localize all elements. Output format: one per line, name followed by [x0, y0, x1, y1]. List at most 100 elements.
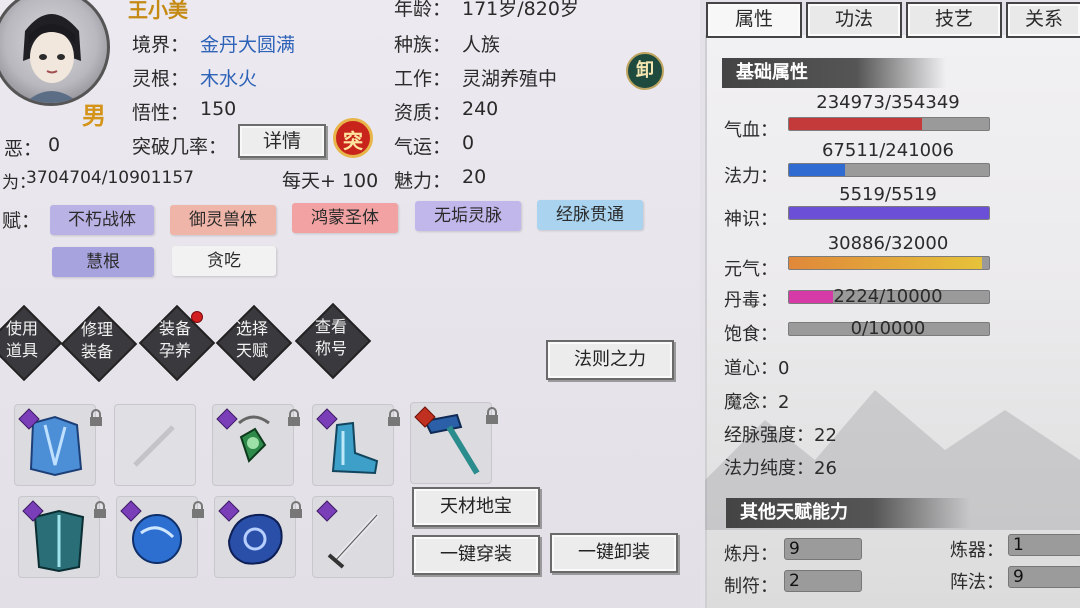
stat-label: 经脉强度：	[724, 425, 814, 446]
forging-label: 炼器：	[950, 540, 1004, 561]
vital-value: 30886/32000	[827, 233, 949, 254]
nurture-equipment-button[interactable]: 装备 孕养	[138, 304, 216, 382]
talent-label: 赋：	[2, 210, 41, 232]
sense-bar-fill	[789, 207, 989, 219]
pill-toxin-label: 丹毒：	[724, 290, 778, 311]
vital-label: 元气：	[724, 259, 778, 280]
basic-attributes-header: 基础属性	[722, 58, 946, 88]
breakthrough-seal-icon[interactable]: 突	[333, 118, 373, 158]
stat-label: 魔念：	[724, 392, 778, 413]
stat-value: 0	[778, 358, 790, 379]
formation-value: 9	[1008, 566, 1080, 588]
equipment-slot-boots[interactable]	[312, 404, 400, 486]
talisman-label: 制符：	[724, 576, 778, 597]
aptitude-value: 240	[462, 98, 499, 120]
unequip-all-button[interactable]: 一键卸装	[550, 533, 678, 573]
sense-label: 神识：	[724, 209, 778, 230]
realm-value: 金丹大圆满	[200, 34, 296, 56]
talent-tag[interactable]: 不朽战体	[50, 205, 154, 235]
stat-value: 22	[814, 425, 837, 446]
breakthrough-label: 突破几率：	[132, 136, 228, 158]
mana-bar	[788, 163, 990, 177]
equipment-slot-sword[interactable]	[312, 496, 394, 578]
forging-value: 1	[1008, 534, 1080, 556]
tab-skills[interactable]: 技艺	[906, 2, 1002, 38]
mana-value: 67511/241006	[821, 140, 955, 161]
mana-label: 法力：	[724, 166, 778, 187]
treasure-button[interactable]: 天材地宝	[412, 487, 540, 527]
sense-value: 5519/5519	[839, 184, 937, 205]
action-line1: 修理	[80, 320, 113, 339]
stat-label: 道心：	[724, 358, 778, 379]
equipment-slot-pendant[interactable]	[212, 404, 300, 486]
talent-tag[interactable]: 经脉贯通	[537, 200, 643, 230]
luck-value: 0	[462, 132, 475, 154]
alchemy-value: 9	[784, 538, 862, 560]
demon-thought-stat: 魔念：2	[724, 388, 789, 414]
law-power-button[interactable]: 法则之力	[546, 340, 674, 380]
age-label: 年龄：	[394, 0, 452, 20]
tab-techniques[interactable]: 功法	[806, 2, 902, 38]
unequip-seal-icon[interactable]: 卸	[626, 52, 664, 90]
stat-value: 26	[814, 458, 837, 479]
cultivation-value: 3704704/10901157	[26, 168, 194, 188]
comprehension-label: 悟性：	[132, 102, 190, 124]
formation-label: 阵法：	[950, 572, 1004, 593]
satiety-label: 饱食：	[724, 324, 778, 345]
action-line2: 天赋	[235, 341, 268, 360]
detail-button[interactable]: 详情	[238, 124, 326, 158]
gender-label: 男	[82, 102, 106, 130]
equipment-slot-hammer[interactable]	[410, 402, 498, 484]
empty-slot-icon	[133, 425, 175, 467]
sense-bar	[788, 206, 990, 220]
action-line1: 使用	[5, 319, 38, 338]
talent-tag[interactable]: 贪吃	[172, 246, 276, 276]
talent-tag[interactable]: 无垢灵脉	[415, 201, 521, 231]
job-value: 灵湖养殖中	[462, 68, 558, 90]
talisman-value: 2	[784, 570, 862, 592]
talent-tag[interactable]: 御灵兽体	[170, 205, 276, 235]
alchemy-label: 炼丹：	[724, 544, 778, 565]
hp-value: 234973/354349	[816, 92, 960, 113]
choose-talent-button[interactable]: 选择 天赋	[215, 304, 293, 382]
charm-value: 20	[462, 166, 487, 188]
tab-attributes[interactable]: 属性	[706, 2, 802, 38]
job-label: 工作：	[394, 68, 452, 90]
daily-gain: 每天+ 100	[282, 170, 379, 192]
talent-tag[interactable]: 慧根	[52, 247, 154, 277]
action-line1: 查看	[314, 317, 347, 336]
repair-equipment-button[interactable]: 修理 装备	[60, 305, 138, 383]
action-line2: 道具	[5, 341, 38, 360]
mana-purity-stat: 法力纯度：26	[724, 454, 837, 480]
vital-bar	[788, 256, 990, 270]
realm-label: 境界：	[132, 34, 190, 56]
hp-bar	[788, 117, 990, 131]
aptitude-label: 资质：	[394, 102, 452, 124]
equipment-slot-armor[interactable]	[18, 496, 106, 578]
luck-label: 气运：	[394, 136, 452, 158]
action-line1: 选择	[235, 319, 268, 338]
hp-label: 气血：	[724, 120, 778, 141]
tab-relations[interactable]: 关系	[1006, 2, 1080, 38]
mana-bar-fill	[789, 164, 845, 176]
equipment-slot-orb[interactable]	[116, 496, 204, 578]
equip-all-button[interactable]: 一键穿装	[412, 535, 540, 575]
equipment-slot-robe[interactable]	[14, 404, 102, 486]
action-line2: 称号	[314, 339, 347, 358]
stat-value: 2	[778, 392, 790, 413]
vital-bar-fill	[789, 257, 982, 269]
character-name: 王小美	[128, 0, 188, 22]
action-line1: 装备	[158, 319, 191, 338]
action-line2: 孕养	[158, 341, 191, 360]
spirit-root-value: 木水火	[200, 68, 258, 90]
equipment-slot-stone[interactable]	[214, 496, 302, 578]
dao-heart-stat: 道心：0	[724, 354, 789, 380]
spirit-root-label: 灵根：	[132, 68, 190, 90]
satiety-value: 0/10000	[850, 318, 926, 339]
equipment-slot-empty[interactable]	[114, 404, 196, 486]
charm-label: 魅力：	[394, 170, 452, 192]
talent-tag[interactable]: 鸿蒙圣体	[292, 203, 398, 233]
comprehension-value: 150	[200, 98, 237, 120]
view-title-button[interactable]: 查看 称号	[294, 302, 372, 380]
use-item-button[interactable]: 使用 道具	[0, 304, 63, 382]
